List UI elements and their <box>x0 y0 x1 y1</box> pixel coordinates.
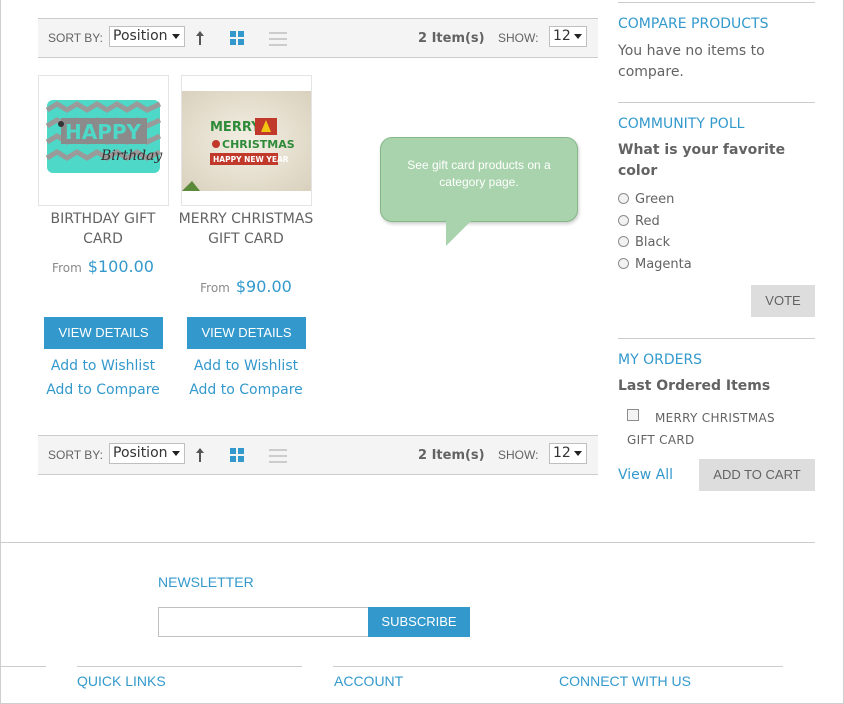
product-name-birthday[interactable]: BIRTHDAY GIFT CARD <box>33 209 173 249</box>
sidebar-divider <box>618 102 815 103</box>
poll-option-red[interactable]: Red <box>618 214 660 229</box>
poll-option-black[interactable]: Black <box>618 235 670 250</box>
product-price-christmas: From $90.00 <box>176 277 316 296</box>
toolbar-top: SORT BY: Position 2 Item(s) SHOW: 12 <box>38 18 598 58</box>
caret-down-icon <box>172 451 180 456</box>
svg-text:HAPPY: HAPPY <box>65 120 142 144</box>
caret-down-icon <box>172 34 180 39</box>
last-ordered-subtitle: Last Ordered Items <box>618 378 771 394</box>
radio-icon[interactable] <box>618 236 629 247</box>
tooltip-bubble: See gift card products on a category pag… <box>380 137 578 222</box>
poll-option-label: Black <box>635 235 671 250</box>
grid-view-icon[interactable] <box>230 448 245 463</box>
item-count: 2 Item(s) <box>418 448 485 463</box>
show-limit-select[interactable]: 12 <box>549 443 587 464</box>
show-limit-value: 12 <box>553 445 571 461</box>
footer-divider <box>333 666 783 667</box>
add-to-compare-link-birthday[interactable]: Add to Compare <box>33 382 173 398</box>
list-view-icon[interactable] <box>269 31 287 46</box>
view-all-link[interactable]: View All <box>618 467 673 483</box>
list-view-icon[interactable] <box>269 448 287 463</box>
product-image-christmas[interactable]: MERRY CHRISTMAS HAPPY NEW YEAR <box>181 75 312 206</box>
subscribe-button[interactable]: SUBSCRIBE <box>368 607 470 637</box>
poll-question: What is your favorite color <box>618 142 786 179</box>
svg-text:HAPPY NEW YEAR: HAPPY NEW YEAR <box>213 155 289 164</box>
caret-down-icon <box>574 34 582 39</box>
compare-empty-text: You have no items to compare. <box>618 43 765 80</box>
order-item-name[interactable]: MERRY CHRISTMAS GIFT CARD <box>627 407 797 451</box>
connect-with-us-title: CONNECT WITH US <box>559 673 691 689</box>
account-title: ACCOUNT <box>334 673 404 689</box>
sort-by-value: Position <box>113 28 168 44</box>
christmas-card-illustration: MERRY CHRISTMAS HAPPY NEW YEAR <box>182 91 311 191</box>
vote-button[interactable]: VOTE <box>751 285 815 317</box>
product-image-birthday[interactable]: HAPPY Birthday <box>38 75 169 206</box>
radio-icon[interactable] <box>618 258 629 269</box>
show-label: SHOW: <box>498 31 539 45</box>
radio-icon[interactable] <box>618 215 629 226</box>
caret-down-icon <box>574 451 582 456</box>
add-to-wishlist-link-christmas[interactable]: Add to Wishlist <box>176 358 316 374</box>
poll-option-label: Green <box>635 192 675 207</box>
sort-direction-arrow-icon[interactable] <box>194 446 206 464</box>
compare-products-title: COMPARE PRODUCTS <box>618 16 769 32</box>
show-limit-value: 12 <box>553 28 571 44</box>
toolbar-bottom: SORT BY: Position 2 Item(s) SHOW: 12 <box>38 435 598 475</box>
community-poll-title: COMMUNITY POLL <box>618 116 745 132</box>
show-label: SHOW: <box>498 448 539 462</box>
price-from-label: From <box>52 261 82 275</box>
footer-divider <box>0 542 815 543</box>
sort-by-select[interactable]: Position <box>109 443 185 464</box>
price-value: $90.00 <box>235 277 292 296</box>
price-value: $100.00 <box>87 257 154 276</box>
newsletter-email-input[interactable] <box>158 607 369 637</box>
sort-by-value: Position <box>113 445 168 461</box>
price-from-label: From <box>200 281 230 295</box>
item-count: 2 Item(s) <box>418 31 485 46</box>
poll-option-label: Red <box>635 214 660 229</box>
sort-by-select[interactable]: Position <box>109 26 185 47</box>
grid-view-icon[interactable] <box>230 31 245 46</box>
show-limit-select[interactable]: 12 <box>549 26 587 47</box>
product-name-christmas[interactable]: MERRY CHRISTMAS GIFT CARD <box>176 209 316 249</box>
quick-links-title: QUICK LINKS <box>77 673 166 689</box>
svg-text:Birthday: Birthday <box>100 148 163 164</box>
footer-divider <box>0 666 46 667</box>
poll-option-green[interactable]: Green <box>618 192 674 207</box>
add-to-wishlist-link-birthday[interactable]: Add to Wishlist <box>33 358 173 374</box>
add-to-cart-button[interactable]: ADD TO CART <box>699 459 815 491</box>
sidebar-divider <box>618 338 815 339</box>
birthday-card-illustration: HAPPY Birthday <box>45 100 163 173</box>
view-details-button-christmas[interactable]: VIEW DETAILS <box>187 317 306 349</box>
radio-icon[interactable] <box>618 193 629 204</box>
poll-option-label: Magenta <box>635 257 692 272</box>
svg-text:CHRISTMAS: CHRISTMAS <box>222 138 295 151</box>
sort-direction-arrow-icon[interactable] <box>194 29 206 47</box>
add-to-compare-link-christmas[interactable]: Add to Compare <box>176 382 316 398</box>
sort-by-label: SORT BY: <box>48 448 103 462</box>
sidebar-divider <box>618 2 815 3</box>
svg-text:MERRY: MERRY <box>210 120 261 135</box>
tooltip-tail <box>446 218 474 246</box>
product-price-birthday: From $100.00 <box>33 257 173 276</box>
view-details-button-birthday[interactable]: VIEW DETAILS <box>44 317 163 349</box>
sort-by-label: SORT BY: <box>48 31 103 45</box>
newsletter-title: NEWSLETTER <box>158 574 254 590</box>
footer-divider <box>77 666 302 667</box>
my-orders-title: MY ORDERS <box>618 352 703 368</box>
poll-option-magenta[interactable]: Magenta <box>618 257 692 272</box>
